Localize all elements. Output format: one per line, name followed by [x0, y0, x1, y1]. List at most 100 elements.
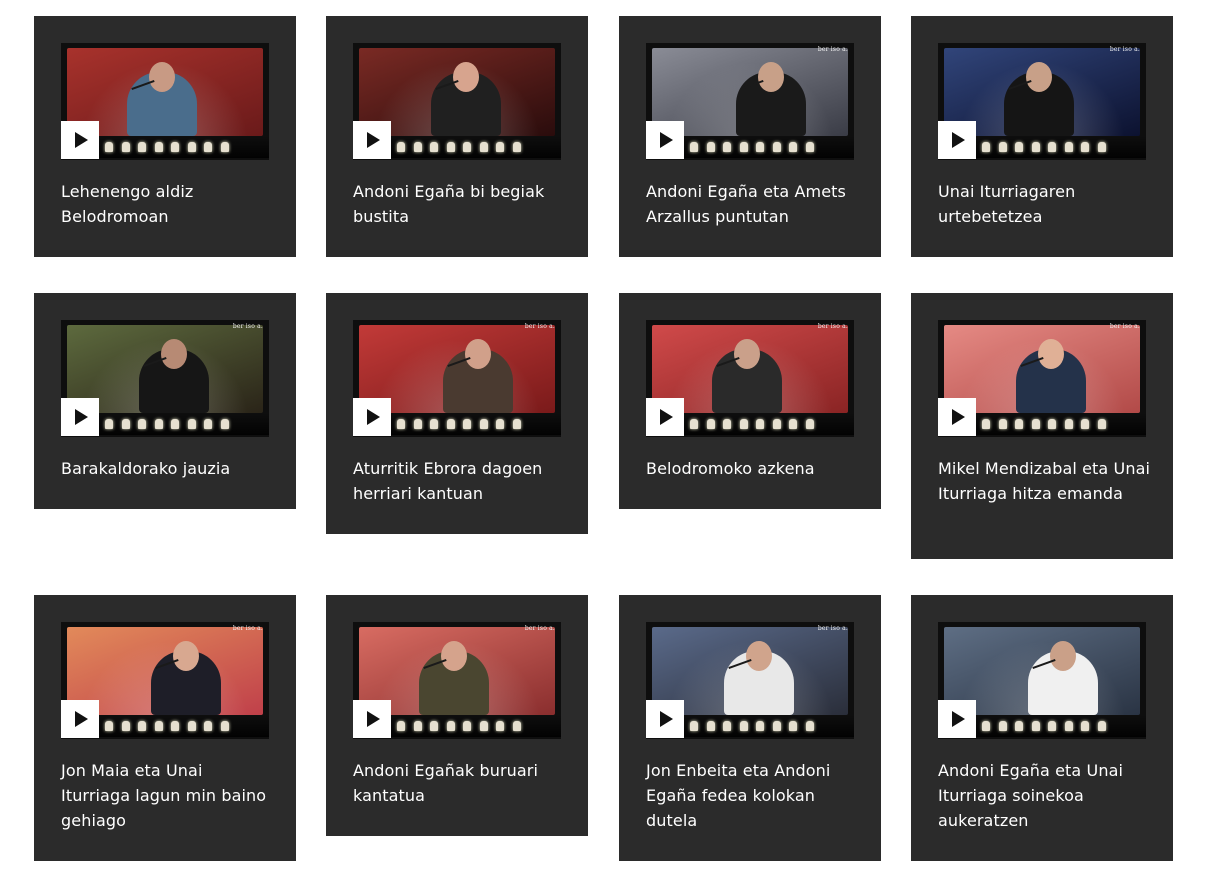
- stage-light-bulb: [446, 721, 455, 731]
- stage-light-bulb: [1015, 142, 1024, 152]
- play-icon: [952, 409, 965, 425]
- video-title[interactable]: Andoni Egaña eta Amets Arzallus puntutan: [646, 179, 861, 229]
- stage-light-bulb: [220, 419, 229, 429]
- play-icon: [952, 132, 965, 148]
- video-card[interactable]: ber iso a. Andoni Egaña eta Amets Arzallu…: [619, 16, 881, 257]
- channel-watermark: ber iso a.: [524, 625, 555, 632]
- video-card[interactable]: Lehenengo aldiz Belodromoan: [34, 16, 296, 257]
- video-title[interactable]: Andoni Egaña eta Unai Iturriaga soinekoa…: [938, 758, 1153, 833]
- stage-light-bulb: [1048, 721, 1057, 731]
- video-thumbnail[interactable]: ber iso a.: [353, 320, 561, 437]
- video-thumbnail[interactable]: [353, 43, 561, 160]
- stage-light-bulb: [512, 721, 521, 731]
- stage-light-bulb: [463, 142, 472, 152]
- video-thumbnail[interactable]: ber iso a.: [353, 622, 561, 739]
- stage-light-bulb: [1081, 419, 1090, 429]
- stage-light-bulb: [138, 142, 147, 152]
- stage-light-bulb: [756, 721, 765, 731]
- stage-light-bulb: [121, 721, 130, 731]
- stage-light-bulb: [204, 142, 213, 152]
- stage-light-bulb: [1031, 142, 1040, 152]
- play-button[interactable]: [646, 700, 684, 738]
- stage-light-bulb: [463, 721, 472, 731]
- play-icon: [75, 132, 88, 148]
- play-button[interactable]: [61, 121, 99, 159]
- stage-light-bulb: [756, 142, 765, 152]
- channel-watermark: ber iso a.: [817, 625, 848, 632]
- stage-light-bulb: [1015, 721, 1024, 731]
- video-title[interactable]: Belodromoko azkena: [646, 456, 861, 481]
- stage-light-bulb: [413, 721, 422, 731]
- play-button[interactable]: [646, 121, 684, 159]
- video-title[interactable]: Unai Iturriagaren urtebetetzea: [938, 179, 1153, 229]
- stage-light-bulb: [138, 419, 147, 429]
- stage-light-bulb: [220, 721, 229, 731]
- stage-light-bulb: [171, 142, 180, 152]
- video-card[interactable]: ber iso a. Jon Maia eta Unai Iturriaga la…: [34, 595, 296, 861]
- stage-light-bulb: [772, 721, 781, 731]
- video-card[interactable]: ber iso a. Andoni Egañak buruari kantatua: [326, 595, 588, 836]
- stage-light-bulb: [430, 142, 439, 152]
- stage-light-bulb: [805, 142, 814, 152]
- stage-light-bulb: [154, 142, 163, 152]
- play-button[interactable]: [938, 121, 976, 159]
- video-thumbnail[interactable]: ber iso a.: [938, 43, 1146, 160]
- stage-light-bulb: [706, 721, 715, 731]
- video-thumbnail[interactable]: ber iso a.: [61, 320, 269, 437]
- video-card[interactable]: ber iso a. Belodromoko azkena: [619, 293, 881, 509]
- play-button[interactable]: [353, 700, 391, 738]
- stage-light-bulb: [220, 142, 229, 152]
- video-title[interactable]: Andoni Egañak buruari kantatua: [353, 758, 568, 808]
- video-title[interactable]: Andoni Egaña bi begiak bustita: [353, 179, 568, 229]
- video-thumbnail[interactable]: ber iso a.: [646, 43, 854, 160]
- video-title[interactable]: Barakaldorako jauzia: [61, 456, 276, 481]
- video-thumbnail[interactable]: [938, 622, 1146, 739]
- stage-light-bulb: [105, 721, 114, 731]
- play-button[interactable]: [938, 398, 976, 436]
- stage-light-bulb: [413, 419, 422, 429]
- performer-head: [746, 641, 772, 671]
- stage-light-bulb: [204, 419, 213, 429]
- stage-light-bulb: [756, 419, 765, 429]
- stage-light-bulb: [998, 419, 1007, 429]
- video-thumbnail[interactable]: ber iso a.: [61, 622, 269, 739]
- video-card[interactable]: Andoni Egaña bi begiak bustita: [326, 16, 588, 257]
- play-icon: [367, 711, 380, 727]
- stage-light-bulb: [479, 721, 488, 731]
- stage-light-bulb: [397, 721, 406, 731]
- play-button[interactable]: [353, 121, 391, 159]
- performer-head: [149, 62, 175, 92]
- video-title[interactable]: Jon Maia eta Unai Iturriaga lagun min ba…: [61, 758, 276, 833]
- video-card[interactable]: ber iso a. Jon Enbeita eta Andoni Egaña f…: [619, 595, 881, 861]
- video-thumbnail[interactable]: [61, 43, 269, 160]
- video-title[interactable]: Lehenengo aldiz Belodromoan: [61, 179, 276, 229]
- stage-light-bulb: [1081, 142, 1090, 152]
- play-button[interactable]: [61, 398, 99, 436]
- stage-light-bulb: [430, 721, 439, 731]
- channel-watermark: ber iso a.: [817, 46, 848, 53]
- play-button[interactable]: [61, 700, 99, 738]
- stage-light-bulb: [413, 142, 422, 152]
- stage-light-bulb: [706, 419, 715, 429]
- video-card[interactable]: ber iso a. Barakaldorako jauzia: [34, 293, 296, 509]
- stage-light-bulb: [479, 419, 488, 429]
- channel-watermark: ber iso a.: [1109, 46, 1140, 53]
- play-button[interactable]: [646, 398, 684, 436]
- video-thumbnail[interactable]: ber iso a.: [938, 320, 1146, 437]
- video-card[interactable]: ber iso a. Mikel Mendizabal eta Unai Itur…: [911, 293, 1173, 559]
- stage-light-bulb: [772, 142, 781, 152]
- video-thumbnail[interactable]: ber iso a.: [646, 320, 854, 437]
- video-title[interactable]: Jon Enbeita eta Andoni Egaña fedea kolok…: [646, 758, 861, 833]
- play-button[interactable]: [938, 700, 976, 738]
- video-card[interactable]: ber iso a. Unai Iturriagaren urtebetetzea: [911, 16, 1173, 257]
- video-card[interactable]: ber iso a. Aturritik Ebrora dagoen herria…: [326, 293, 588, 534]
- video-title[interactable]: Mikel Mendizabal eta Unai Iturriaga hitz…: [938, 456, 1153, 506]
- video-title[interactable]: Aturritik Ebrora dagoen herriari kantuan: [353, 456, 568, 506]
- video-thumbnail[interactable]: ber iso a.: [646, 622, 854, 739]
- stage-light-bulb: [739, 419, 748, 429]
- play-button[interactable]: [353, 398, 391, 436]
- stage-light-bulb: [690, 419, 699, 429]
- video-card[interactable]: Andoni Egaña eta Unai Iturriaga soinekoa…: [911, 595, 1173, 861]
- stage-light-bulb: [1031, 419, 1040, 429]
- stage-light-bulb: [512, 419, 521, 429]
